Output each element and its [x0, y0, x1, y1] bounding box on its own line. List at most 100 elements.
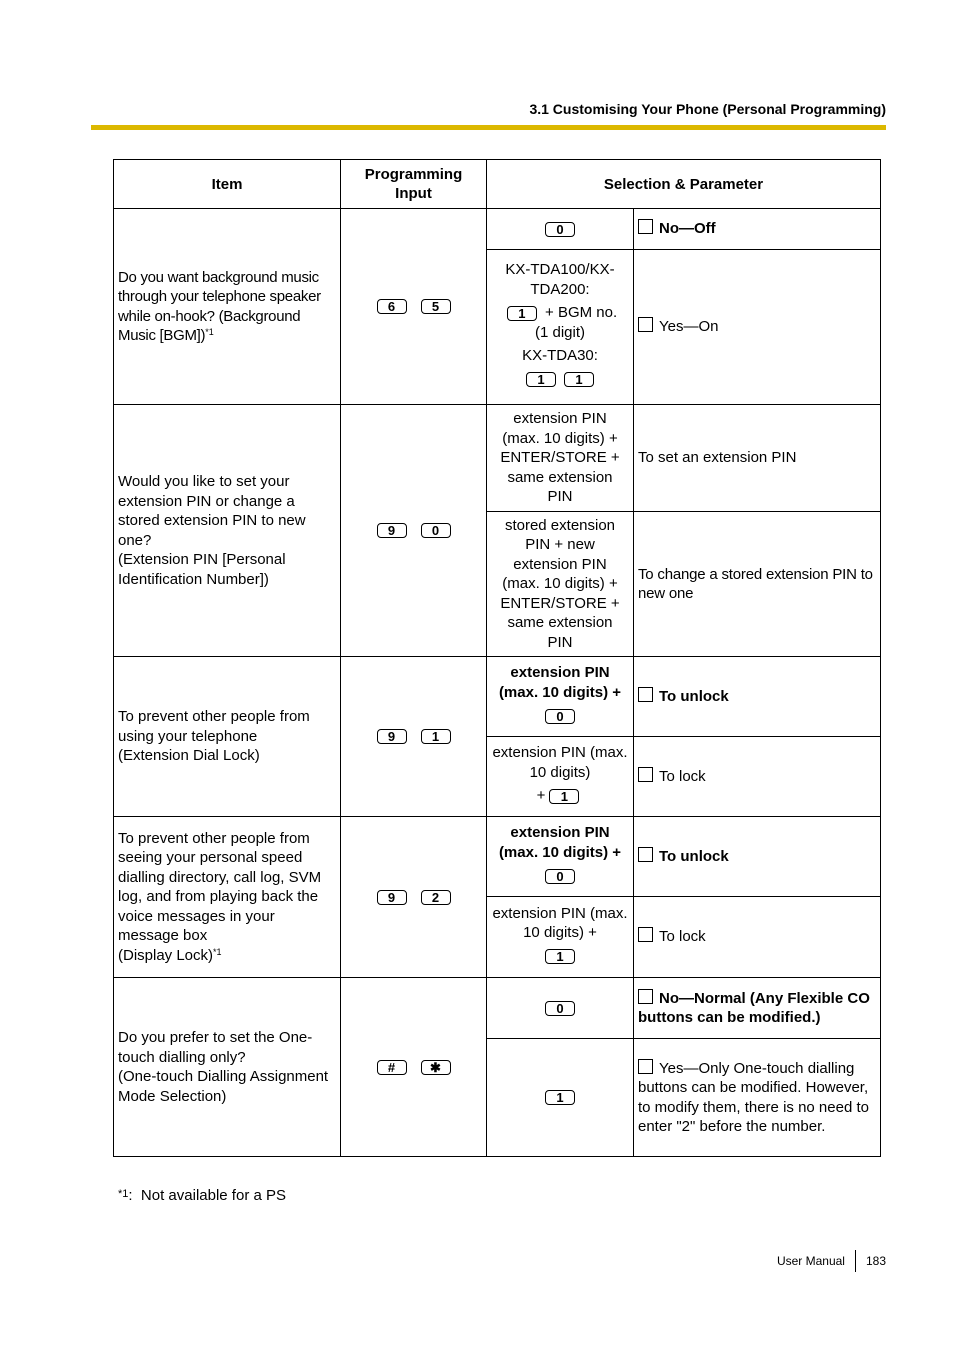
table-row: Do you prefer to set the One-touch diall…: [113, 977, 881, 1157]
parameter-cell: To unlock: [633, 656, 881, 737]
input-cell: 92: [340, 816, 487, 978]
model-label: KX-TDA30:: [522, 347, 598, 364]
selection-text: extension PIN (max. 10 digits) +: [492, 904, 628, 942]
column-header-programming-input: Programming Input: [340, 159, 487, 209]
key-button: 1: [545, 1090, 575, 1106]
parameter-text: To set an extension PIN: [638, 449, 797, 467]
item-text: Do you prefer to set the One-touch diall…: [118, 1029, 313, 1066]
plus-sign: +: [536, 787, 546, 805]
key-button: 1: [420, 729, 451, 745]
selection-line: (1 digit): [534, 323, 586, 341]
parameter-cell: Yes—Only One-touch dialling buttons can …: [633, 1038, 881, 1157]
key-button: 6: [376, 299, 407, 315]
selection-cell: extension PIN (max. 10 digits) +1: [486, 736, 634, 817]
header-rule: [91, 125, 886, 130]
checkbox-icon[interactable]: [638, 766, 653, 782]
checkbox-icon[interactable]: [638, 927, 653, 943]
parameter-text: To change a stored extension PIN to new …: [638, 565, 873, 603]
parameter-text: To unlock: [659, 687, 729, 705]
parameter-cell: To lock: [633, 896, 881, 978]
selection-cell: 0: [486, 208, 634, 250]
page-footer: User Manual 183: [777, 1250, 886, 1272]
key-button: 1: [506, 305, 537, 321]
checkbox-icon[interactable]: [638, 317, 653, 333]
parameter-cell: To change a stored extension PIN to new …: [633, 511, 881, 657]
footer-label: User Manual: [776, 1254, 845, 1268]
key-button: 1: [526, 372, 556, 388]
hash-key: #: [376, 1059, 407, 1075]
checkbox-icon[interactable]: [638, 686, 653, 702]
item-subtitle: (One-touch Dialling Assignment Mode Sele…: [118, 1068, 329, 1105]
table-row: Would you like to set your extension PIN…: [113, 404, 881, 657]
model-label: KX-TDA100/KX-TDA200:: [505, 261, 615, 298]
item-cell: Would you like to set your extension PIN…: [113, 404, 341, 657]
footnote-ref: *1: [213, 946, 222, 957]
programming-table: Item Programming Input Selection & Param…: [113, 159, 881, 1157]
parameter-cell: To lock: [633, 736, 881, 817]
footnote-mark: *1: [118, 1188, 129, 1200]
item-subtitle: (Display Lock)*1: [118, 946, 222, 964]
selection-text: extension PIN (max. 10 digits): [492, 744, 628, 781]
key-button: 1: [545, 949, 575, 965]
parameter-cell: Yes—On: [633, 249, 881, 405]
footnote: *1: Not available for a PS: [118, 1187, 286, 1204]
key-button: 0: [545, 868, 575, 884]
key-button: 1: [549, 788, 580, 804]
key-button: 0: [545, 221, 575, 237]
item-cell: To prevent other people from using your …: [113, 656, 341, 817]
parameter-text: To unlock: [659, 847, 729, 865]
key-button: 0: [545, 708, 575, 724]
checkbox-icon[interactable]: [638, 846, 653, 862]
selection-cell: KX-TDA100/KX-TDA200: 1 + BGM no. (1 digi…: [486, 249, 634, 405]
parameter-text: Yes—On: [659, 318, 719, 336]
parameter-cell: To unlock: [633, 816, 881, 897]
selection-cell: 1: [486, 1038, 634, 1157]
selection-cell: extension PIN (max. 10 digits) + 0: [486, 656, 634, 737]
column-header-selection-parameter: Selection & Parameter: [486, 159, 881, 209]
key-button: 2: [420, 889, 451, 905]
selection-cell: extension PIN (max. 10 digits) + 1: [486, 896, 634, 978]
table-header-row: Item Programming Input Selection & Param…: [113, 159, 881, 209]
input-cell: 91: [340, 656, 487, 817]
key-button: 9: [376, 523, 407, 539]
selection-cell: extension PIN (max. 10 digits) + 0: [486, 816, 634, 897]
checkbox-icon[interactable]: [638, 988, 653, 1004]
item-text: To prevent other people from seeing your…: [118, 829, 322, 945]
item-text: Would you like to set your extension PIN…: [118, 473, 306, 549]
item-text: To prevent other people from using your …: [118, 708, 310, 745]
selection-cell: stored extension PIN + new extension PIN…: [486, 511, 634, 657]
section-title: 3.1 Customising Your Phone (Personal Pro…: [529, 101, 886, 117]
selection-text: extension PIN (max. 10 digits) +: [498, 664, 622, 701]
column-header-item: Item: [113, 159, 341, 209]
item-cell: Do you want background music through you…: [113, 208, 341, 405]
item-subtitle: (Extension Dial Lock): [118, 747, 260, 765]
parameter-text: To lock: [659, 928, 706, 946]
key-button: 9: [376, 729, 407, 745]
parameter-text: No—Off: [659, 220, 716, 238]
selection-cell: 0: [486, 977, 634, 1039]
selection-text: extension PIN (max. 10 digits) +: [498, 824, 622, 861]
parameter-text: No—Normal (Any Flexible CO buttons can b…: [638, 989, 870, 1027]
selection-line: 1 + BGM no.: [491, 303, 629, 323]
selection-cell: extension PIN (max. 10 digits) + ENTER/S…: [486, 404, 634, 512]
parameter-text: To lock: [659, 767, 706, 785]
key-button: 0: [545, 1000, 575, 1016]
key-button: 0: [420, 523, 451, 539]
key-button: 5: [420, 299, 451, 315]
table-row: To prevent other people from seeing your…: [113, 816, 881, 978]
star-key: ✱: [420, 1059, 451, 1075]
footnote-text: Not available for a PS: [140, 1187, 286, 1204]
checkbox-icon[interactable]: [638, 1058, 653, 1074]
input-cell: 90: [340, 404, 487, 657]
parameter-text: Yes—Only One-touch dialling buttons can …: [638, 1059, 869, 1136]
selection-line: 11: [491, 370, 629, 390]
parameter-cell: To set an extension PIN: [633, 404, 881, 512]
input-cell: # ✱: [340, 977, 487, 1157]
footnote-ref: *1: [205, 327, 214, 337]
table-row: To prevent other people from using your …: [113, 656, 881, 817]
page-number: 183: [865, 1254, 886, 1268]
table-row: Do you want background music through you…: [113, 208, 881, 405]
parameter-cell: No—Off: [633, 208, 881, 250]
key-button: 9: [376, 889, 407, 905]
checkbox-icon[interactable]: [638, 219, 653, 235]
